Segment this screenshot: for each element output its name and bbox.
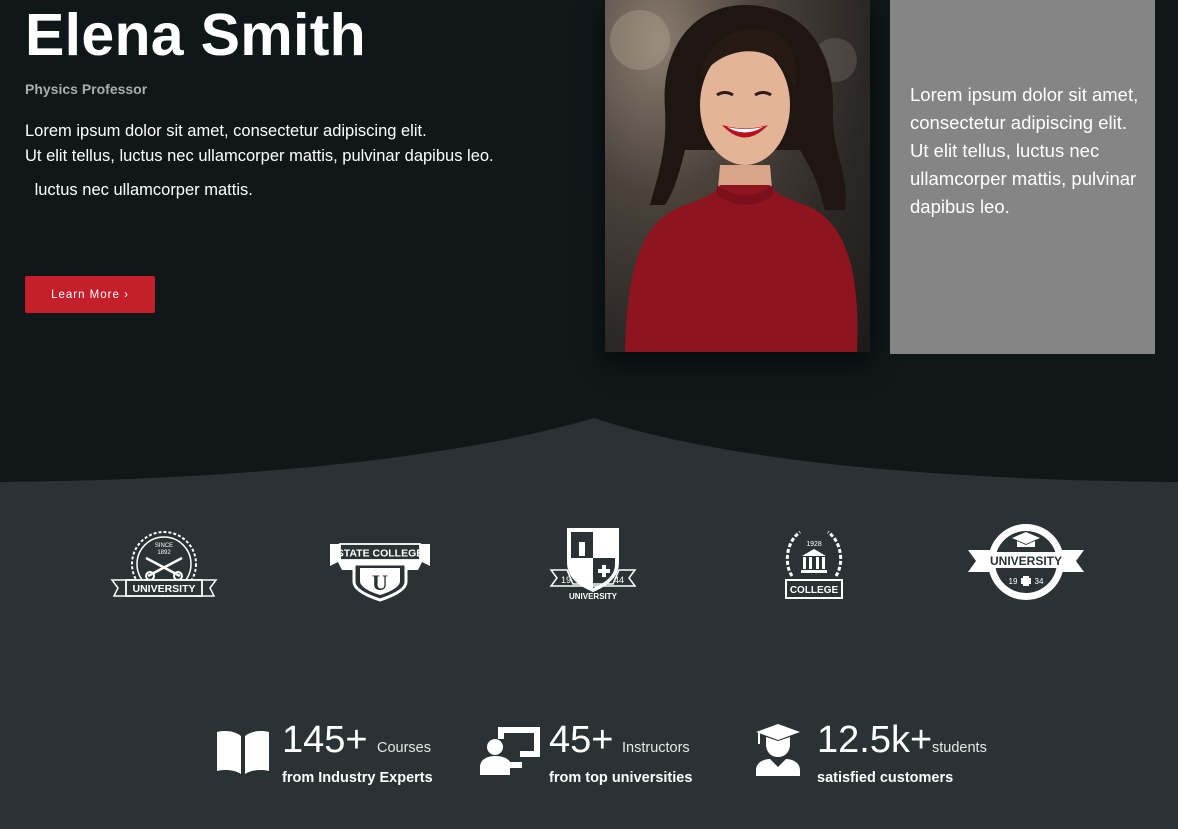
hero-section: Elena Smith Physics Professor Lorem ipsu…	[0, 0, 1178, 482]
profile-photo	[605, 0, 870, 352]
stat-unit: Instructors	[622, 740, 690, 756]
university-shield-logo: 19 44 UNIVERSITY	[549, 528, 637, 601]
info-card-text: Lorem ipsum dolor sit amet, consectetur …	[910, 84, 1139, 217]
logo-year-text: 1928	[806, 541, 822, 548]
portrait-illustration	[610, 5, 858, 352]
instructor-screen-icon	[480, 727, 540, 775]
stat-number: 45+	[549, 719, 614, 761]
logo-banner-text: UNIVERSITY	[569, 592, 618, 601]
stat-instructors: 45+ Instructors from top universities	[480, 710, 720, 790]
logo-year-text: 1892	[157, 550, 171, 556]
stats-section: 145+ Courses from Industry Experts 45+ I…	[0, 710, 1178, 800]
logo-right-number: 44	[614, 575, 624, 585]
partner-logos: SINCE 1892 UNIVERSITY STATE COLLEGE U 19…	[0, 520, 1178, 610]
curved-divider	[0, 418, 1178, 482]
description-extra-line: luctus nec ullamcorper mattis.	[30, 181, 253, 199]
logo-banner-text: UNIVERSITY	[990, 554, 1062, 568]
stat-subtitle: satisfied customers	[817, 770, 954, 786]
stat-unit: students	[932, 740, 987, 756]
logo-banner-text: STATE COLLEGE	[337, 548, 424, 560]
logo-banner-text: UNIVERSITY	[132, 583, 195, 595]
logo-right-number: 34	[1035, 577, 1044, 586]
logo-banner-text: COLLEGE	[790, 585, 839, 596]
info-card: Lorem ipsum dolor sit amet, consectetur …	[890, 0, 1155, 354]
logo-letter-text: U	[372, 570, 388, 595]
university-keys-logo: SINCE 1892 UNIVERSITY	[110, 531, 218, 597]
learn-more-button[interactable]: Learn More ›	[25, 276, 155, 313]
stat-unit: Courses	[377, 740, 431, 756]
stat-number: 145+	[282, 719, 368, 761]
graduate-student-icon	[756, 724, 800, 776]
stat-students: 12.5k+ students satisfied customers	[754, 710, 1014, 790]
profile-role: Physics Professor	[25, 81, 148, 97]
stat-subtitle: from top universities	[549, 770, 693, 786]
profile-description: Lorem ipsum dolor sit amet, consectetur …	[25, 119, 494, 169]
description-line: Ut elit tellus, luctus nec ullamcorper m…	[25, 147, 494, 165]
stat-subtitle: from Industry Experts	[282, 770, 433, 786]
stat-number: 12.5k+	[817, 719, 933, 761]
description-line: Lorem ipsum dolor sit amet, consectetur …	[25, 122, 427, 140]
open-book-icon	[217, 731, 269, 774]
logo-left-number: 19	[1009, 577, 1018, 586]
university-badge-logo: UNIVERSITY 19 34	[968, 524, 1084, 600]
profile-name: Elena Smith	[25, 2, 366, 68]
logo-left-number: 19	[561, 575, 571, 585]
college-wreath-logo: 1928 COLLEGE	[785, 530, 843, 599]
logo-since-text: SINCE	[155, 543, 173, 549]
state-college-logo: STATE COLLEGE U	[330, 543, 430, 602]
stat-courses: 145+ Courses from Industry Experts	[215, 710, 455, 790]
